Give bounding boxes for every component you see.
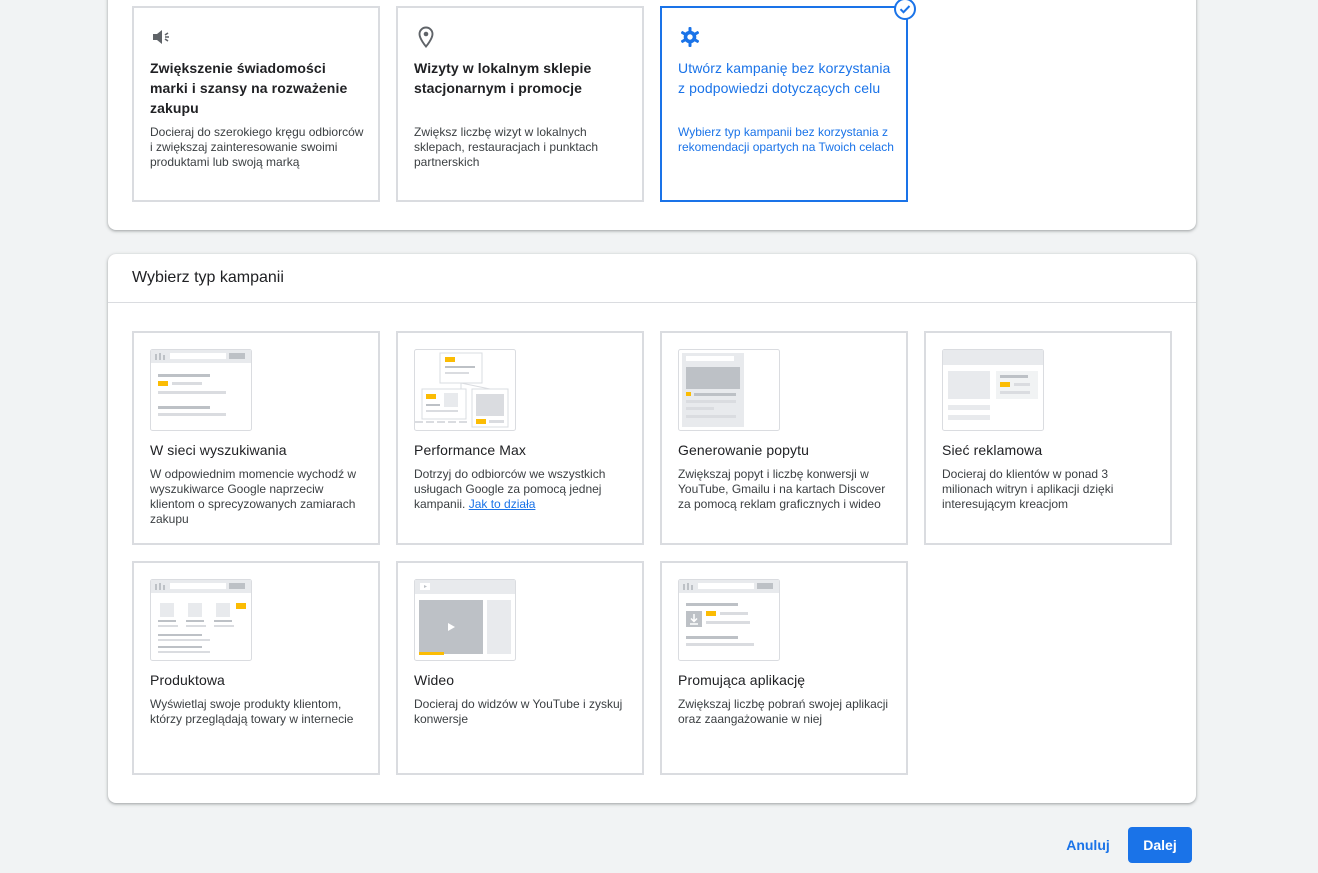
campaign-type-description: Docieraj do widzów w YouTube i zyskuj ko… bbox=[414, 697, 623, 726]
campaign-type-title: Generowanie popytu bbox=[678, 442, 809, 458]
campaign-type-description: Docieraj do klientów w ponad 3 milionach… bbox=[942, 467, 1114, 511]
campaign-type-shopping[interactable]: Produktowa Wyświetlaj swoje produkty kli… bbox=[132, 561, 380, 775]
campaign-type-title: Performance Max bbox=[414, 442, 526, 458]
checkmark-icon bbox=[894, 0, 916, 20]
section-title: Wybierz typ kampanii bbox=[108, 254, 1196, 303]
goal-card-local-visits[interactable]: Wizyty w lokalnym sklepie stacjonarnym i… bbox=[396, 6, 644, 202]
campaign-type-video[interactable]: Wideo Docieraj do widzów w YouTube i zys… bbox=[396, 561, 644, 775]
goal-title: Utwórz kampanię bez korzystania z podpow… bbox=[678, 60, 891, 96]
campaign-type-performance-max[interactable]: Performance Max Dotrzyj do odbiorców we … bbox=[396, 331, 644, 545]
goal-title: Wizyty w lokalnym sklepie stacjonarnym i… bbox=[414, 60, 592, 96]
campaign-goal-panel: Zwiększenie świadomości marki i szansy n… bbox=[108, 0, 1196, 230]
campaign-type-search[interactable]: W sieci wyszukiwania W odpowiednim momen… bbox=[132, 331, 380, 545]
cancel-button[interactable]: Anuluj bbox=[1058, 828, 1118, 862]
campaign-type-title: Sieć reklamowa bbox=[942, 442, 1043, 458]
goal-description: Wybierz typ kampanii bez korzystania z r… bbox=[678, 125, 894, 154]
campaign-type-display[interactable]: Sieć reklamowa Docieraj do klientów w po… bbox=[924, 331, 1172, 545]
how-it-works-link[interactable]: Jak to działa bbox=[469, 497, 536, 511]
campaign-type-description: Dotrzyj do odbiorców we wszystkich usług… bbox=[414, 467, 630, 512]
search-campaign-illustration bbox=[150, 349, 252, 431]
campaign-type-demand-gen[interactable]: Generowanie popytu Zwiększaj popyt i lic… bbox=[660, 331, 908, 545]
campaign-type-title: Wideo bbox=[414, 672, 455, 688]
campaign-type-description: Zwiększaj popyt i liczbę konwersji w You… bbox=[678, 467, 886, 511]
goal-card-awareness[interactable]: Zwiększenie świadomości marki i szansy n… bbox=[132, 6, 380, 202]
goal-card-no-guidance[interactable]: Utwórz kampanię bez korzystania z podpow… bbox=[660, 0, 916, 202]
display-network-illustration bbox=[942, 349, 1044, 431]
location-pin-icon bbox=[414, 25, 438, 49]
video-campaign-illustration bbox=[414, 579, 516, 661]
campaign-type-description: Wyświetlaj swoje produkty klientom, któr… bbox=[150, 697, 354, 726]
campaign-type-description: W odpowiednim momencie wychodź w wyszuki… bbox=[150, 467, 357, 526]
demand-gen-illustration bbox=[678, 349, 780, 431]
goal-title: Zwiększenie świadomości marki i szansy n… bbox=[150, 60, 348, 116]
campaign-type-app-promotion[interactable]: Promująca aplikację Zwiększaj liczbę pob… bbox=[660, 561, 908, 775]
gear-icon bbox=[678, 25, 702, 49]
campaign-type-description: Zwiększaj liczbę pobrań swojej aplikacji… bbox=[678, 697, 889, 726]
campaign-type-title: Produktowa bbox=[150, 672, 225, 688]
campaign-type-title: W sieci wyszukiwania bbox=[150, 442, 287, 458]
goal-description: Docieraj do szerokiego kręgu odbiorców i… bbox=[150, 125, 364, 169]
app-promotion-illustration bbox=[678, 579, 780, 661]
shopping-campaign-illustration bbox=[150, 579, 252, 661]
campaign-type-title: Promująca aplikację bbox=[678, 672, 806, 688]
goal-description: Zwiększ liczbę wizyt w lokalnych sklepac… bbox=[414, 125, 599, 169]
campaign-type-panel: Wybierz typ kampanii W sieci wyszukiwani… bbox=[108, 254, 1196, 803]
megaphone-icon bbox=[150, 25, 174, 49]
performance-max-illustration bbox=[414, 349, 516, 431]
next-button[interactable]: Dalej bbox=[1128, 827, 1192, 863]
